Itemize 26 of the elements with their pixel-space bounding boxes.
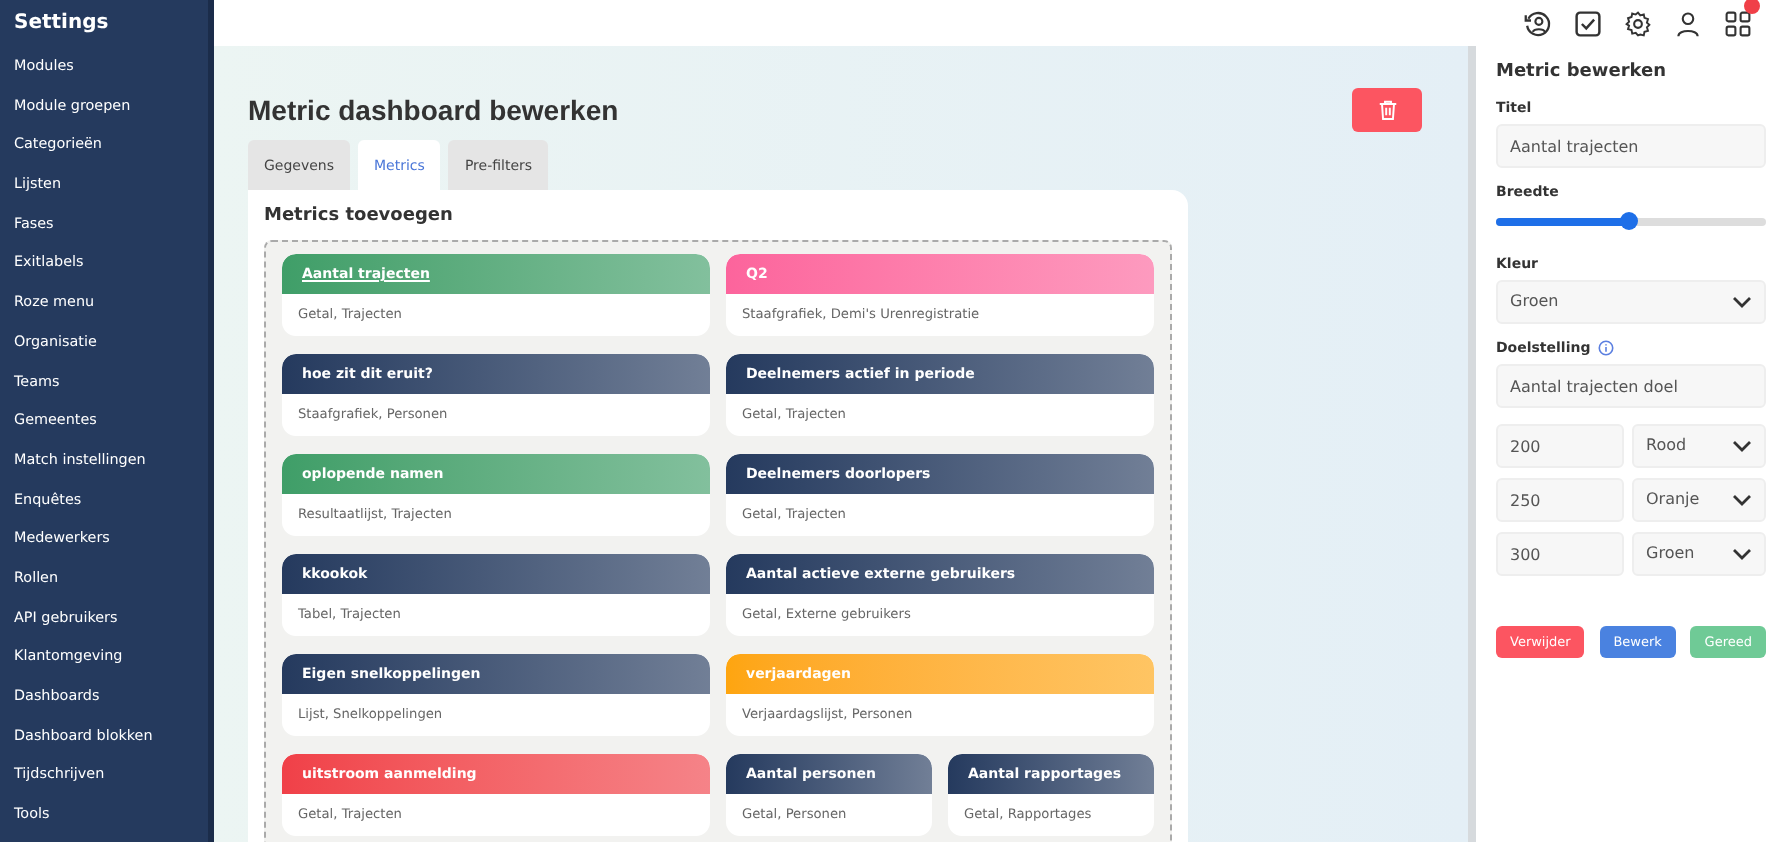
checkbox-icon[interactable] [1574,9,1602,37]
threshold-input-field[interactable]: 300 [1496,532,1624,576]
title-input-field[interactable]: Aantal trajecten [1496,124,1766,168]
user-history-icon[interactable] [1524,9,1552,37]
apps-grid-icon[interactable] [1724,9,1752,37]
threshold-input-field[interactable]: 250 [1496,478,1624,522]
threshold-input-field[interactable]: 200 [1496,424,1624,468]
chevron-down-icon [1732,494,1752,506]
goal-input-field[interactable]: Aantal trajecten doel [1496,364,1766,408]
slider-thumb[interactable] [1620,212,1639,230]
threshold-color-select[interactable]: Rood [1632,424,1766,468]
threshold-color-select[interactable]: Groen [1632,532,1766,576]
panel-title: Metrics toevoegen [264,206,455,226]
settings-icon[interactable] [1624,9,1652,37]
info-icon[interactable] [1598,340,1615,356]
trash-icon [1375,98,1399,122]
user-icon[interactable] [1674,9,1702,37]
threshold-color-select[interactable]: Oranje [1632,478,1766,522]
delete-button[interactable] [1352,88,1422,132]
chevron-down-icon [1732,440,1752,452]
page-title: Metric dashboard bewerken [248,94,619,126]
sidebar-title: Settings [14,10,111,38]
editor-title: Metric bewerken [1496,62,1669,82]
color-select[interactable]: Groen [1496,280,1766,324]
chevron-down-icon [1732,296,1752,308]
chevron-down-icon [1732,548,1752,560]
